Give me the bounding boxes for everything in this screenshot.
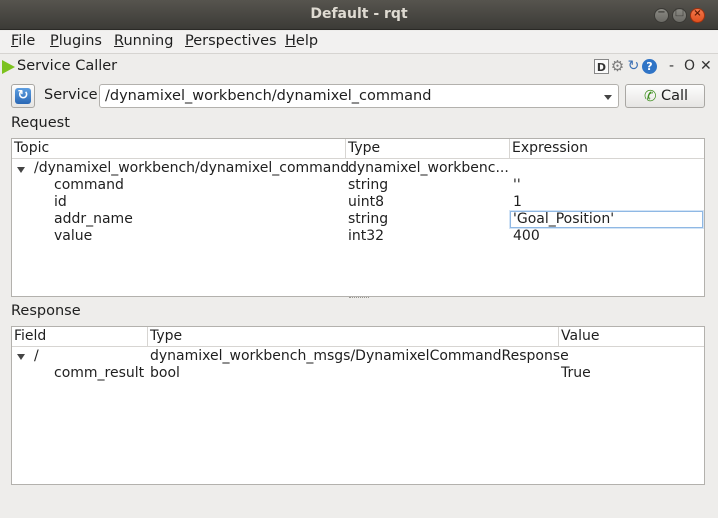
- refresh-icon: ↻: [15, 88, 31, 104]
- field-type: string: [348, 211, 389, 227]
- response-tree[interactable]: Field Type Value / dynamixel_workbench_m…: [11, 326, 705, 485]
- column-header-topic[interactable]: Topic: [12, 139, 345, 158]
- request-tree[interactable]: Topic Type Expression /dynamixel_workben…: [11, 138, 705, 297]
- window-title: Default - rqt: [310, 6, 408, 22]
- float-plugin-icon[interactable]: O: [684, 58, 695, 74]
- response-root-type: dynamixel_workbench_msgs/DynamixelComman…: [150, 348, 569, 364]
- field-type: bool: [150, 365, 180, 381]
- plugin-title: Service Caller: [17, 58, 118, 74]
- field-expression[interactable]: 400: [513, 228, 540, 244]
- field-type: string: [348, 177, 389, 193]
- column-header-type[interactable]: Type: [147, 327, 558, 346]
- menu-help[interactable]: Help: [285, 33, 318, 49]
- menu-file[interactable]: File: [11, 33, 35, 49]
- menu-plugins[interactable]: Plugins: [50, 33, 102, 49]
- request-tree-header: Topic Type Expression: [12, 139, 704, 159]
- field-expression[interactable]: '': [513, 177, 521, 193]
- splitter-handle[interactable]: [349, 297, 369, 300]
- column-header-expression[interactable]: Expression: [509, 139, 704, 158]
- reload-icon[interactable]: ↻: [626, 59, 641, 74]
- close-plugin-icon[interactable]: ✕: [700, 58, 712, 74]
- d-icon[interactable]: D: [594, 59, 609, 74]
- request-root-type: dynamixel_workbenc...: [348, 160, 509, 176]
- service-select-value: /dynamixel_workbench/dynamixel_command: [105, 88, 432, 104]
- call-button[interactable]: ✆ Call: [625, 84, 705, 108]
- minimize-plugin-icon[interactable]: -: [669, 58, 674, 74]
- menu-bar: File Plugins Running Perspectives Help: [0, 31, 718, 54]
- close-window-button[interactable]: ×: [690, 8, 705, 23]
- expand-arrow-icon[interactable]: [17, 354, 25, 360]
- field-type: uint8: [348, 194, 385, 210]
- field-name: command: [54, 177, 124, 193]
- field-name: comm_result: [54, 365, 145, 381]
- column-header-value[interactable]: Value: [558, 327, 704, 346]
- minimize-button[interactable]: −: [654, 7, 669, 23]
- response-root-field: /: [34, 348, 39, 364]
- title-bar[interactable]: Default - rqt − □ ×: [0, 0, 718, 30]
- call-button-label: Call: [661, 88, 689, 104]
- field-expression: 'Goal_Position': [513, 211, 615, 227]
- field-value: True: [561, 365, 591, 381]
- plugin-play-icon: [2, 60, 15, 74]
- expression-edit-field[interactable]: 'Goal_Position': [510, 211, 703, 228]
- field-type: int32: [348, 228, 385, 244]
- service-label: Service: [44, 87, 98, 103]
- rqt-window: Default - rqt − □ × File Plugins Running…: [0, 0, 718, 518]
- field-name: id: [54, 194, 67, 210]
- response-label: Response: [11, 303, 81, 319]
- request-root-topic: /dynamixel_workbench/dynamixel_command: [34, 160, 350, 176]
- service-select[interactable]: /dynamixel_workbench/dynamixel_command: [99, 84, 619, 108]
- column-header-field[interactable]: Field: [12, 327, 147, 346]
- response-tree-header: Field Type Value: [12, 327, 704, 347]
- chevron-down-icon: [604, 95, 612, 100]
- help-icon[interactable]: ?: [642, 59, 657, 74]
- field-name: value: [54, 228, 93, 244]
- expand-arrow-icon[interactable]: [17, 167, 25, 173]
- maximize-button[interactable]: □: [672, 7, 687, 23]
- request-label: Request: [11, 115, 70, 131]
- refresh-services-button[interactable]: ↻: [11, 84, 35, 108]
- field-expression[interactable]: 1: [513, 194, 522, 210]
- field-name: addr_name: [54, 211, 133, 227]
- column-header-type[interactable]: Type: [345, 139, 509, 158]
- menu-perspectives[interactable]: Perspectives: [185, 33, 277, 49]
- gear-icon[interactable]: ⚙: [610, 59, 625, 74]
- menu-running[interactable]: Running: [114, 33, 173, 49]
- phone-icon: ✆: [644, 87, 657, 105]
